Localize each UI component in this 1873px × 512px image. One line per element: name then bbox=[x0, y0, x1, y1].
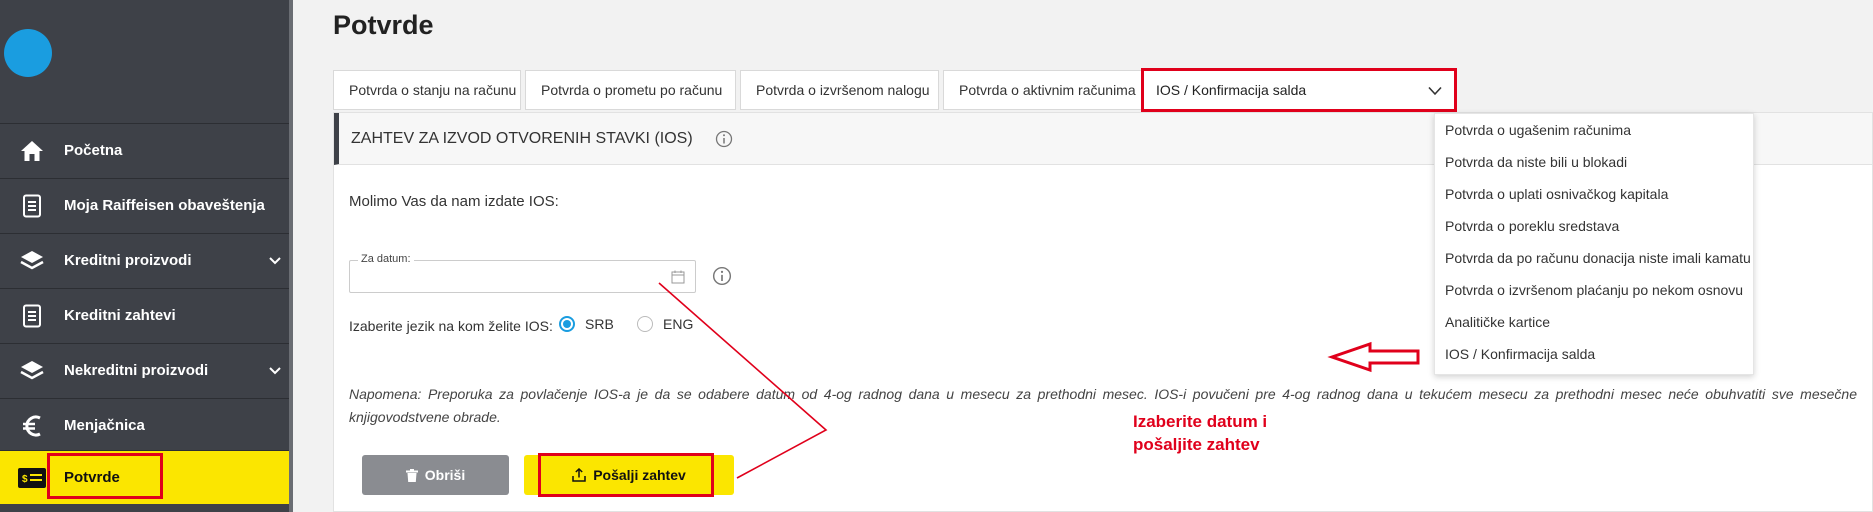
clear-button-label: Obriši bbox=[424, 467, 466, 483]
sidebar-item-menjacnica[interactable]: Menjačnica bbox=[0, 398, 289, 452]
document-icon bbox=[0, 194, 64, 218]
language-label: Izaberite jezik na kom želite IOS: bbox=[349, 318, 553, 334]
layers-icon bbox=[0, 359, 64, 383]
info-icon[interactable] bbox=[715, 130, 733, 148]
svg-text:$: $ bbox=[22, 474, 28, 485]
dropdown-item-placanje-osnov[interactable]: Potvrda o izvršenom plaćanju po nekom os… bbox=[1435, 274, 1753, 306]
info-icon[interactable] bbox=[712, 266, 732, 291]
sidebar-item-label: Menjačnica bbox=[64, 417, 145, 434]
radio-srb[interactable]: SRB bbox=[559, 316, 614, 332]
form-heading: ZAHTEV ZA IZVOD OTVORENIH STAVKI (IOS) bbox=[351, 129, 693, 147]
main-content: Potvrde Potvrda o stanju na računu Potvr… bbox=[293, 0, 1873, 512]
highlight-box bbox=[538, 453, 714, 497]
trash-icon bbox=[405, 468, 418, 482]
sidebar-item-obavestenja[interactable]: Moja Raiffeisen obaveštenja bbox=[0, 178, 289, 232]
sidebar-item-label: Moja Raiffeisen obaveštenja bbox=[64, 197, 265, 214]
chevron-down-icon[interactable] bbox=[261, 366, 289, 375]
date-field[interactable]: Za datum: bbox=[349, 253, 696, 293]
annotation-line: Izaberite datum i bbox=[1133, 412, 1268, 431]
tab-dropdown-menu: Potvrda o ugašenim računima Potvrda da n… bbox=[1434, 113, 1754, 375]
sidebar-item-pocetna[interactable]: Početna bbox=[0, 123, 289, 177]
tab-select-value: IOS / Konfirmacija salda bbox=[1156, 82, 1307, 98]
sidebar-item-kreditni-zahtevi[interactable]: Kreditni zahtevi bbox=[0, 288, 289, 342]
chevron-down-icon[interactable] bbox=[1428, 83, 1442, 99]
dropdown-item-osnivacki-kapital[interactable]: Potvrda o uplati osnivačkog kapitala bbox=[1435, 178, 1753, 210]
dropdown-item-ugaseni-racuni[interactable]: Potvrda o ugašenim računima bbox=[1435, 114, 1753, 146]
radio-eng[interactable]: ENG bbox=[637, 316, 693, 332]
tab-aktivni-racuni[interactable]: Potvrda o aktivnim računima bbox=[943, 70, 1143, 110]
tab-izvrseni-nalog[interactable]: Potvrda o izvršenom nalogu bbox=[740, 70, 939, 110]
chevron-down-icon[interactable] bbox=[261, 256, 289, 265]
dropdown-item-ios[interactable]: IOS / Konfirmacija salda bbox=[1435, 338, 1753, 370]
page-title: Potvrde bbox=[333, 10, 434, 40]
radio-label: SRB bbox=[585, 316, 614, 332]
dropdown-item-donacija-kamata[interactable]: Potvrda da po računu donacija niste imal… bbox=[1435, 242, 1753, 274]
highlight-box bbox=[47, 453, 163, 499]
sidebar-item-nekreditni-proizvodi[interactable]: Nekreditni proizvodi bbox=[0, 343, 289, 397]
radio-label: ENG bbox=[663, 316, 694, 332]
document-icon bbox=[0, 304, 64, 328]
dropdown-item-blokada[interactable]: Potvrda da niste bili u blokadi bbox=[1435, 146, 1753, 178]
tab-bar: Potvrda o stanju na računu Potvrda o pro… bbox=[333, 70, 1147, 110]
form-note: Napomena: Preporuka za povlačenje IOS-a … bbox=[349, 386, 1857, 425]
sidebar: Početna Moja Raiffeisen obaveštenja Kred… bbox=[0, 0, 293, 512]
layers-icon bbox=[0, 249, 64, 273]
sidebar-item-label: Kreditni proizvodi bbox=[64, 252, 192, 269]
dropdown-item-poreklo-sredstava[interactable]: Potvrda o poreklu sredstava bbox=[1435, 210, 1753, 242]
radio-dot-selected[interactable] bbox=[559, 316, 575, 332]
home-icon bbox=[0, 140, 64, 162]
sidebar-item-label: Nekreditni proizvodi bbox=[64, 362, 209, 379]
dropdown-item-analiticke-kartice[interactable]: Analitičke kartice bbox=[1435, 306, 1753, 338]
sidebar-item-kreditni-proizvodi[interactable]: Kreditni proizvodi bbox=[0, 233, 289, 287]
form-intro: Molimo Vas da nam izdate IOS: bbox=[349, 193, 559, 210]
radio-dot[interactable] bbox=[637, 316, 653, 332]
calendar-icon[interactable] bbox=[671, 270, 685, 289]
clear-button[interactable]: Obriši bbox=[362, 455, 509, 495]
tab-more-select[interactable]: IOS / Konfirmacija salda bbox=[1141, 68, 1457, 112]
tab-promet-po-racunu[interactable]: Potvrda o prometu po računu bbox=[525, 70, 736, 110]
sidebar-item-label: Početna bbox=[64, 142, 123, 159]
tab-stanje-na-racunu[interactable]: Potvrda o stanju na računu bbox=[333, 70, 521, 110]
instruction-annotation: Izaberite datum i pošaljite zahtev bbox=[1133, 410, 1267, 456]
logo[interactable] bbox=[4, 29, 52, 77]
euro-icon bbox=[0, 414, 64, 438]
date-field-label: Za datum: bbox=[358, 253, 414, 265]
annotation-line: pošaljite zahtev bbox=[1133, 435, 1260, 454]
sidebar-item-label: Kreditni zahtevi bbox=[64, 307, 176, 324]
